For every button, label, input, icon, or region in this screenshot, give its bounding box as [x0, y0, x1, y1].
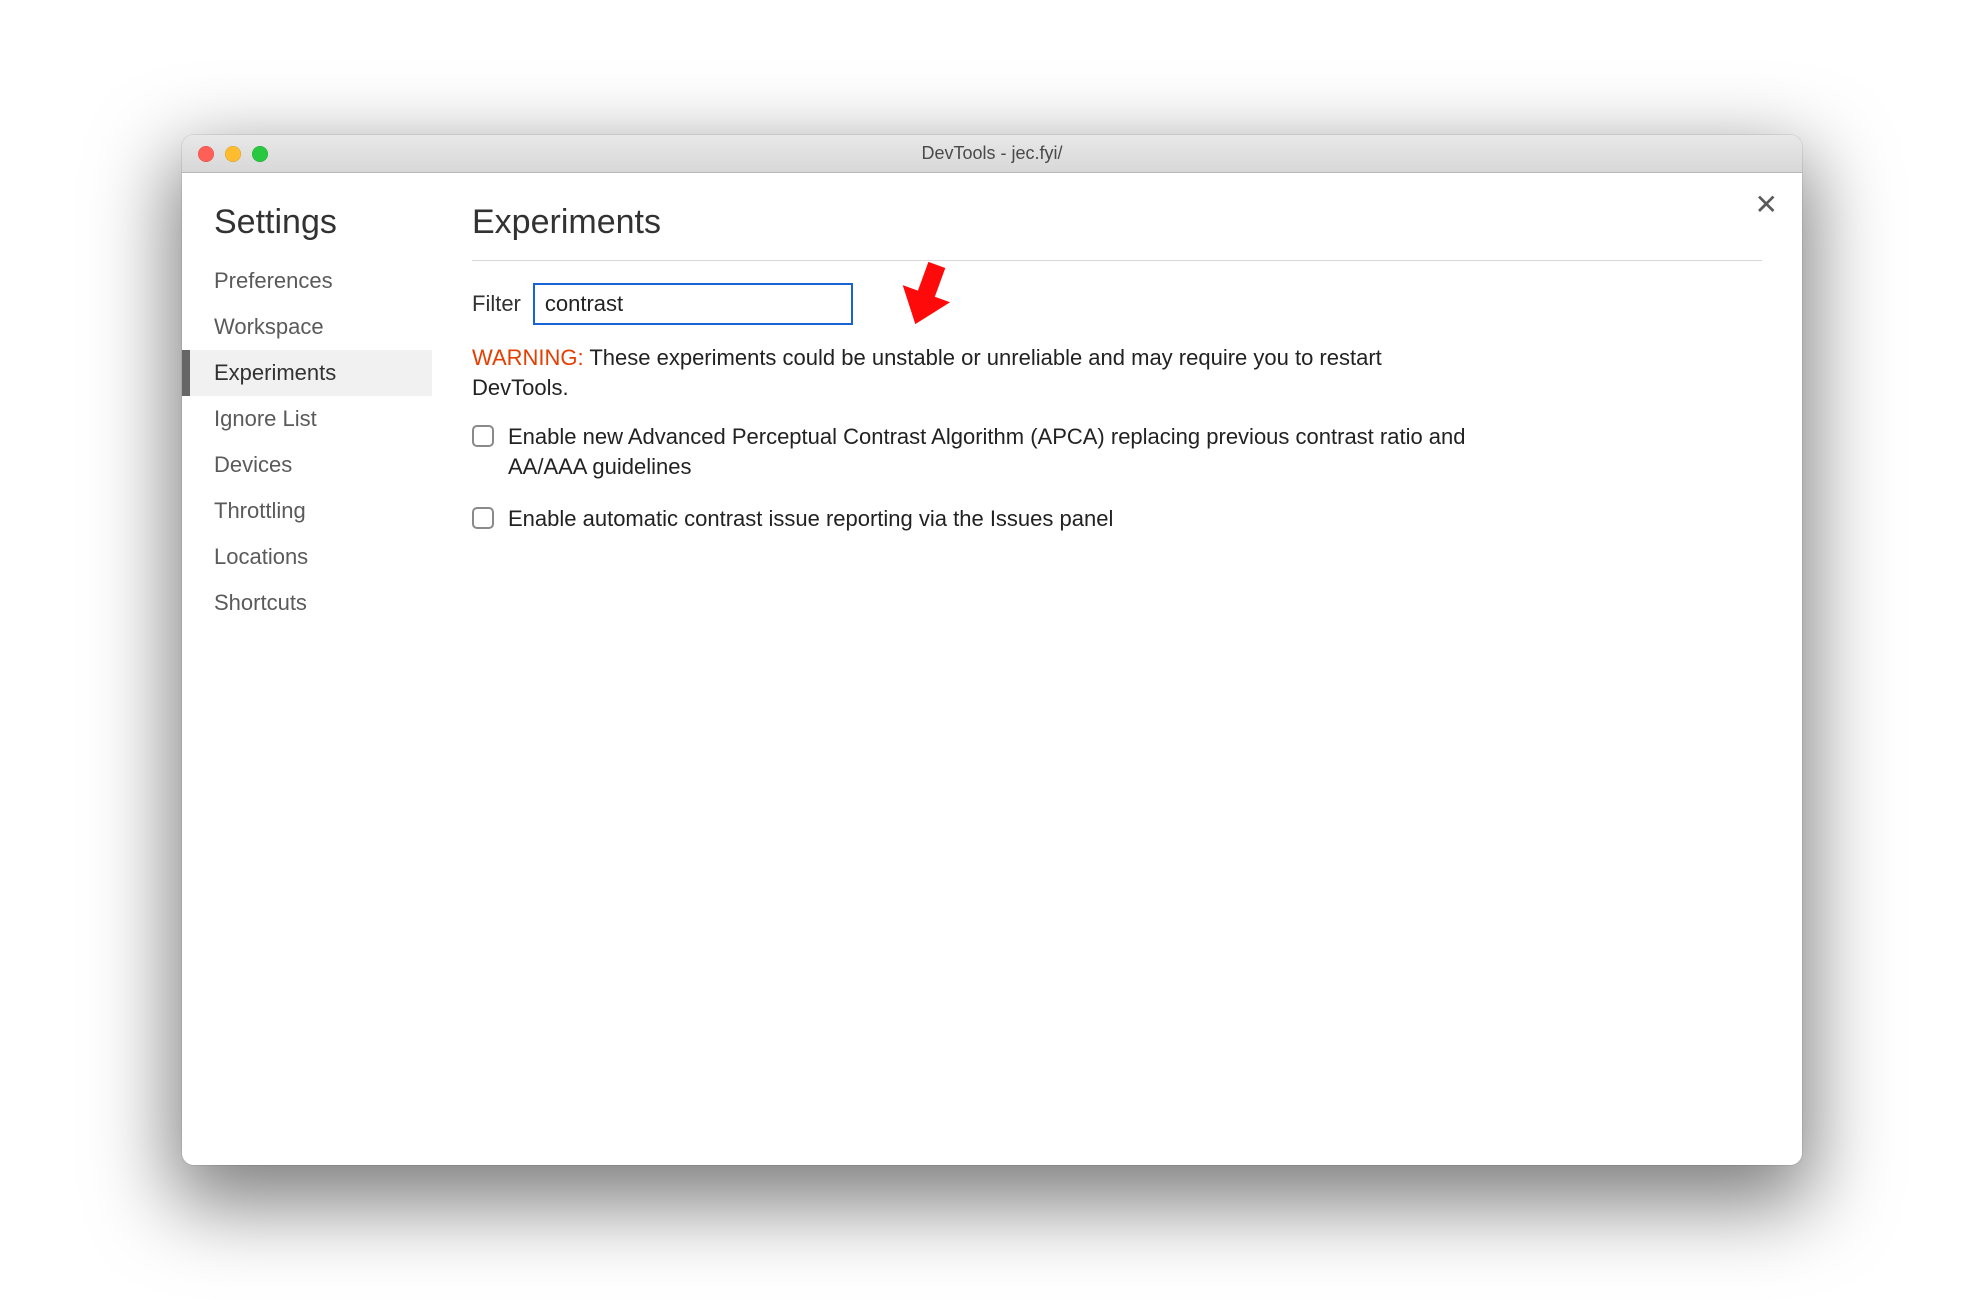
minimize-window-button[interactable]: [225, 146, 241, 162]
window-title: DevTools - jec.fyi/: [182, 143, 1802, 164]
sidebar: Settings Preferences Workspace Experimen…: [182, 173, 432, 1165]
sidebar-item-label: Ignore List: [214, 406, 317, 431]
warning-block: WARNING: These experiments could be unst…: [472, 343, 1472, 402]
experiment-checkbox[interactable]: [472, 507, 494, 529]
traffic-lights: [182, 146, 268, 162]
sidebar-item-preferences[interactable]: Preferences: [182, 258, 432, 304]
content: ✕ Settings Preferences Workspace Experim…: [182, 173, 1802, 1165]
titlebar: DevTools - jec.fyi/: [182, 135, 1802, 173]
warning-text: These experiments could be unstable or u…: [472, 345, 1382, 400]
sidebar-item-ignore-list[interactable]: Ignore List: [182, 396, 432, 442]
sidebar-title: Settings: [182, 203, 432, 258]
sidebar-item-experiments[interactable]: Experiments: [182, 350, 432, 396]
warning-prefix: WARNING:: [472, 345, 584, 370]
filter-label: Filter: [472, 291, 521, 317]
experiment-label: Enable automatic contrast issue reportin…: [508, 504, 1113, 534]
sidebar-item-label: Experiments: [214, 360, 336, 385]
sidebar-list: Preferences Workspace Experiments Ignore…: [182, 258, 432, 626]
sidebar-item-workspace[interactable]: Workspace: [182, 304, 432, 350]
page-title: Experiments: [472, 203, 1762, 261]
filter-input[interactable]: [533, 283, 853, 325]
sidebar-item-label: Shortcuts: [214, 590, 307, 615]
experiment-item: Enable automatic contrast issue reportin…: [472, 504, 1472, 534]
experiment-label: Enable new Advanced Perceptual Contrast …: [508, 422, 1472, 481]
sidebar-item-locations[interactable]: Locations: [182, 534, 432, 580]
main-panel: Experiments Filter WARNING: These experi…: [432, 173, 1802, 1165]
sidebar-item-label: Devices: [214, 452, 292, 477]
experiment-checkbox[interactable]: [472, 425, 494, 447]
maximize-window-button[interactable]: [252, 146, 268, 162]
sidebar-item-label: Throttling: [214, 498, 306, 523]
window: DevTools - jec.fyi/ ✕ Settings Preferenc…: [182, 135, 1802, 1165]
experiments-list: Enable new Advanced Perceptual Contrast …: [472, 422, 1472, 533]
sidebar-item-label: Preferences: [214, 268, 333, 293]
filter-row: Filter: [472, 283, 1762, 325]
sidebar-item-devices[interactable]: Devices: [182, 442, 432, 488]
close-icon[interactable]: ✕: [1755, 191, 1778, 219]
sidebar-item-label: Workspace: [214, 314, 324, 339]
close-window-button[interactable]: [198, 146, 214, 162]
sidebar-item-shortcuts[interactable]: Shortcuts: [182, 580, 432, 626]
experiment-item: Enable new Advanced Perceptual Contrast …: [472, 422, 1472, 481]
sidebar-item-throttling[interactable]: Throttling: [182, 488, 432, 534]
sidebar-item-label: Locations: [214, 544, 308, 569]
